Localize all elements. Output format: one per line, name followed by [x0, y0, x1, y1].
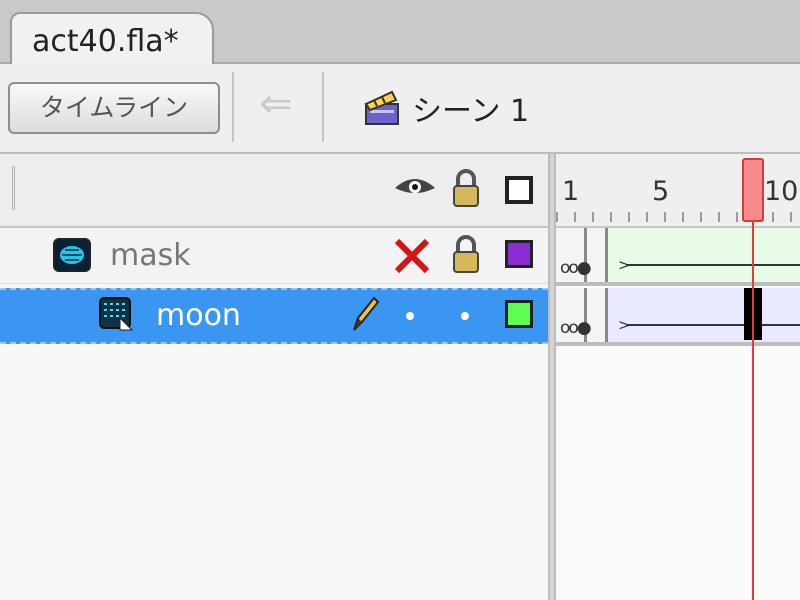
- layer-row-moon[interactable]: moon: [0, 288, 548, 344]
- document-tab-bar: act40.fla*: [0, 0, 800, 66]
- document-tab-label: act40.fla*: [32, 24, 179, 59]
- track-line: [626, 324, 800, 326]
- lock-icon[interactable]: [450, 234, 482, 274]
- lock-dot[interactable]: [461, 312, 469, 320]
- masked-layer-icon: [99, 297, 134, 331]
- ruler-label: 5: [652, 176, 670, 207]
- toolbar-separator: [322, 72, 324, 142]
- layer-list: mask moon: [0, 228, 548, 600]
- outline-icon[interactable]: [505, 176, 533, 204]
- keyframe-marks: oo●: [560, 258, 592, 278]
- document-tab[interactable]: act40.fla*: [10, 12, 214, 66]
- visibility-dot[interactable]: [406, 312, 414, 320]
- outline-color-swatch[interactable]: [505, 240, 533, 268]
- left-arrow-icon[interactable]: ⇐: [254, 82, 298, 126]
- frame-row-moon[interactable]: oo● >: [556, 288, 800, 342]
- keyframe-marks: oo●: [560, 318, 592, 338]
- toolbar-separator: [232, 72, 234, 142]
- timeline-frames[interactable]: 1 5 10 oo● > oo● >: [556, 154, 800, 600]
- playhead-line: [752, 220, 754, 600]
- ruler-label: 10: [764, 176, 799, 207]
- layer-name[interactable]: mask: [110, 238, 191, 273]
- mask-layer-icon: [53, 238, 91, 272]
- lock-icon[interactable]: [450, 168, 482, 208]
- panel-splitter[interactable]: [548, 154, 556, 600]
- outline-color-swatch[interactable]: [505, 300, 533, 328]
- clapperboard-icon[interactable]: [362, 88, 402, 128]
- timeline-button[interactable]: タイムライン: [8, 82, 220, 134]
- scene-label[interactable]: シーン 1: [412, 86, 529, 130]
- row-separator: [556, 282, 800, 286]
- layer-row-mask[interactable]: mask: [0, 228, 548, 284]
- layer-name[interactable]: moon: [156, 298, 241, 333]
- ruler-label: 1: [562, 176, 580, 207]
- hidden-x-icon[interactable]: [392, 236, 432, 276]
- frame-row-mask[interactable]: oo● >: [556, 228, 800, 282]
- track-line: [626, 264, 800, 266]
- playhead-handle[interactable]: [742, 158, 764, 222]
- eye-icon[interactable]: [393, 172, 437, 200]
- pencil-icon: [353, 296, 380, 331]
- panel-grip[interactable]: [12, 166, 25, 210]
- timeline-toolbar: タイムライン ⇐ シーン 1: [0, 64, 800, 154]
- row-separator: [556, 342, 800, 346]
